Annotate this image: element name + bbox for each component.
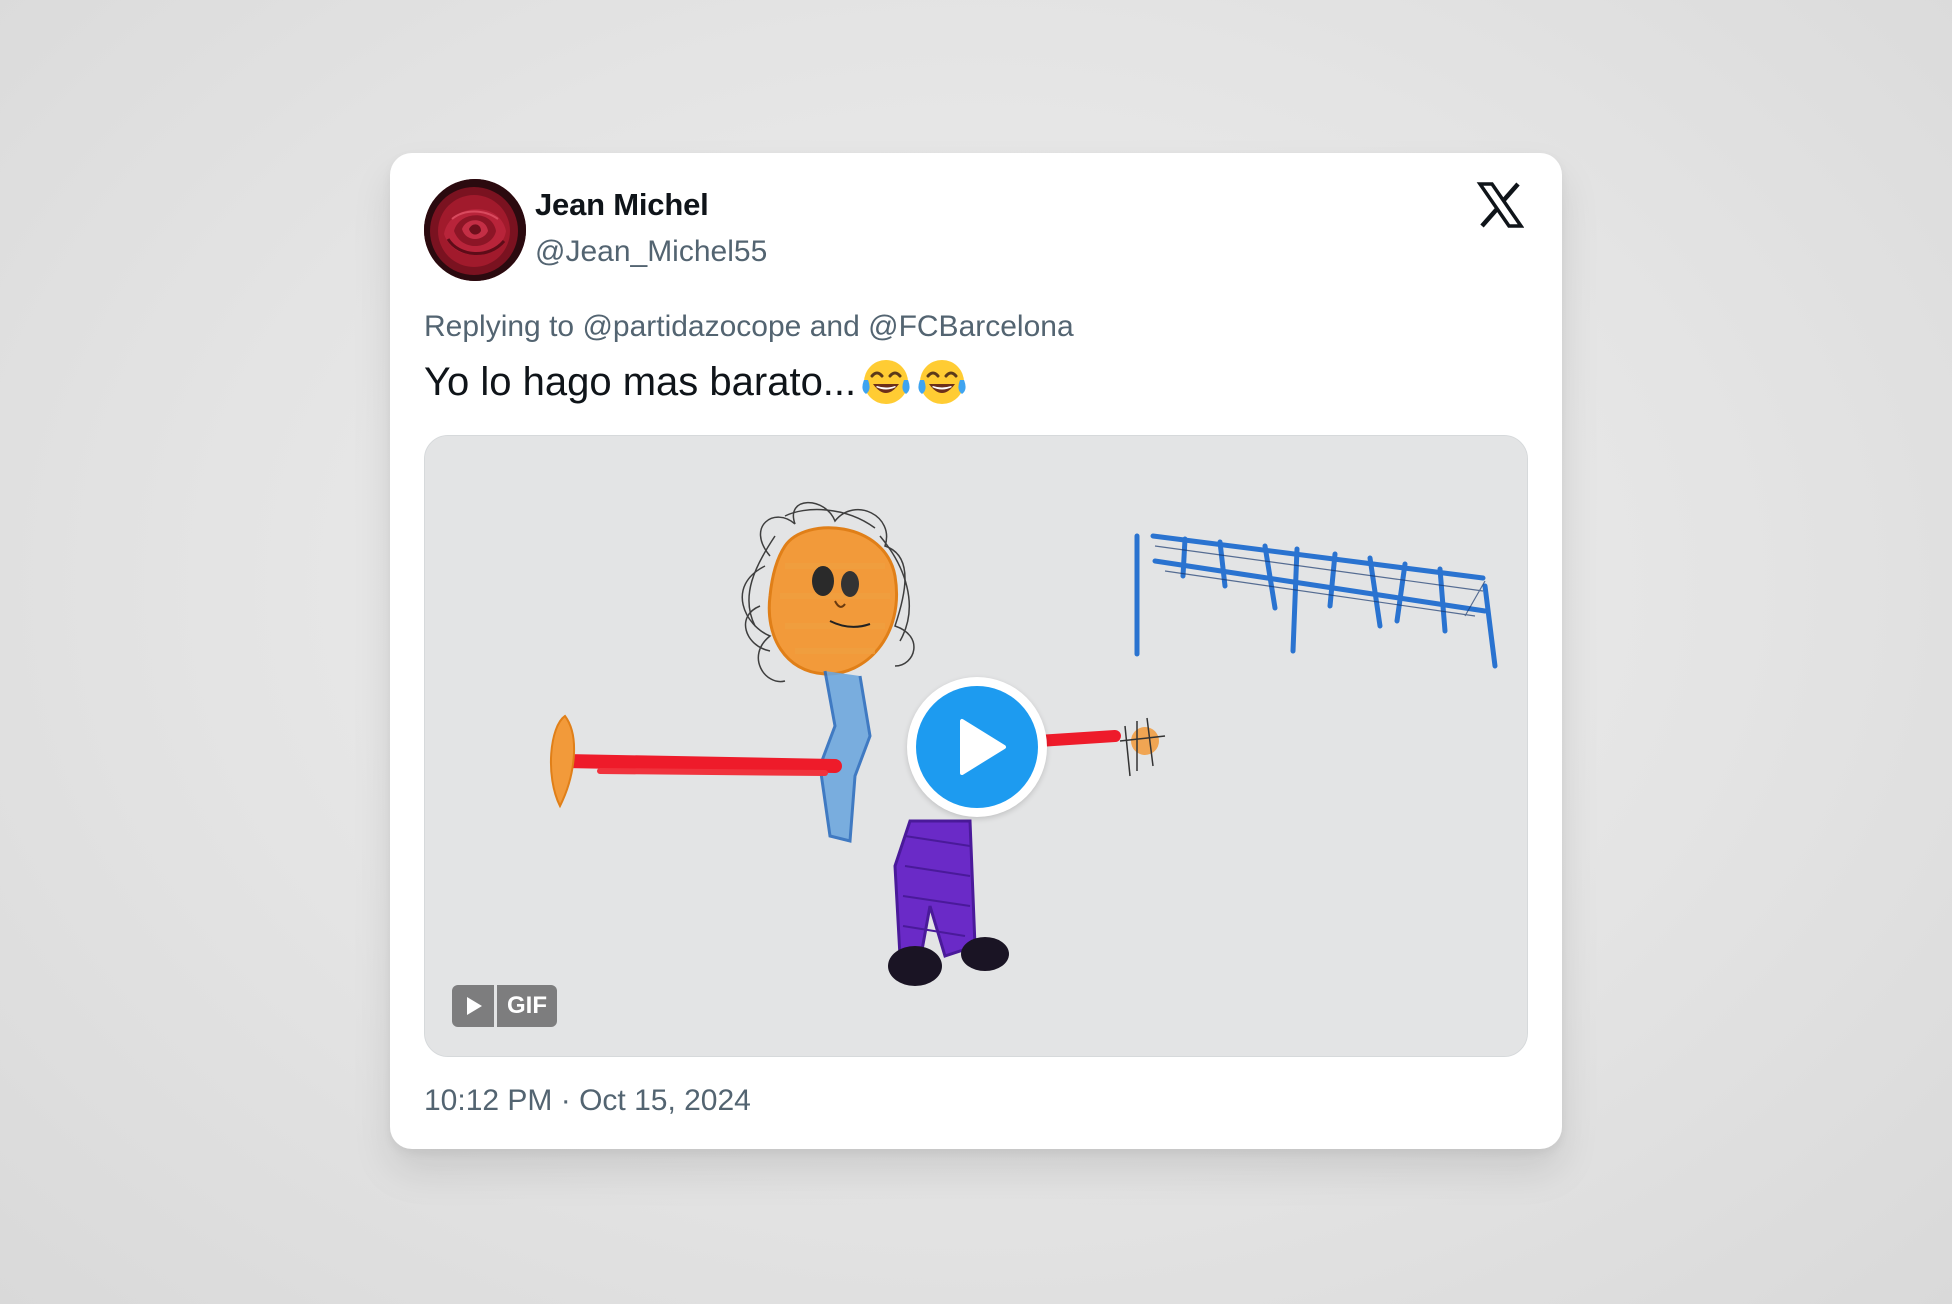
play-icon xyxy=(960,719,1006,775)
gif-media[interactable]: GIF xyxy=(424,435,1528,1057)
user-handle[interactable]: @Jean_Michel55 xyxy=(535,235,767,269)
play-button-fill xyxy=(916,686,1038,808)
gif-badge: GIF xyxy=(452,985,557,1027)
tweet-text: Yo lo hago mas barato... xyxy=(424,356,968,408)
gif-label: GIF xyxy=(497,985,557,1027)
reply-prefix: Replying to xyxy=(424,310,575,343)
display-name[interactable]: Jean Michel xyxy=(535,187,709,223)
play-button[interactable] xyxy=(907,677,1047,817)
tears-of-joy-emoji-icon xyxy=(862,360,910,404)
avatar[interactable] xyxy=(424,179,526,281)
reply-conjunction: and xyxy=(809,310,860,343)
reply-context: Replying to @partidazocope and @FCBarcel… xyxy=(424,310,1074,344)
tweet-body: Yo lo hago mas barato... xyxy=(424,359,857,404)
x-logo-icon[interactable] xyxy=(1476,181,1525,229)
mention-partidazocope[interactable]: @partidazocope xyxy=(582,310,801,343)
tweet-card: Jean Michel @Jean_Michel55 Replying to @… xyxy=(390,153,1562,1149)
gif-play-icon xyxy=(452,985,494,1027)
rose-avatar-icon xyxy=(424,179,526,281)
tweet-timestamp[interactable]: 10:12 PM · Oct 15, 2024 xyxy=(424,1084,751,1118)
tears-of-joy-emoji-icon xyxy=(918,360,966,404)
mention-fcbarcelona[interactable]: @FCBarcelona xyxy=(868,310,1074,343)
